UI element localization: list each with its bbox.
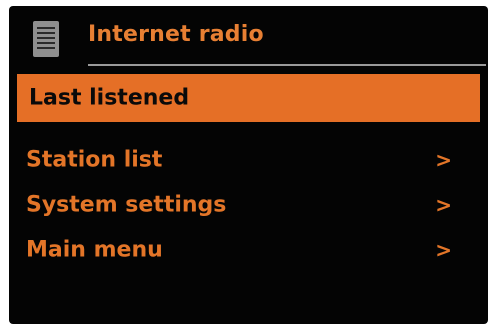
radio-display: Internet radio Last listened Station lis… (9, 6, 488, 324)
chevron-right-icon: > (435, 237, 452, 262)
menu-item-main-menu[interactable]: Main menu > (9, 227, 488, 272)
chevron-right-icon: > (435, 147, 452, 172)
chevron-right-icon: > (435, 192, 452, 217)
menu-item-station-list[interactable]: Station list > (9, 137, 488, 182)
menu-item-label: System settings (26, 192, 227, 217)
menu-item-label: Main menu (26, 237, 163, 262)
menu-item-system-settings[interactable]: System settings > (9, 182, 488, 227)
menu-list-icon (33, 21, 59, 57)
page-title: Internet radio (88, 22, 264, 47)
menu-item-label: Station list (26, 147, 163, 172)
header-divider (88, 64, 486, 66)
header: Internet radio (9, 6, 488, 68)
menu-item-last-listened[interactable]: Last listened (17, 74, 480, 122)
menu-item-label: Last listened (29, 85, 190, 111)
